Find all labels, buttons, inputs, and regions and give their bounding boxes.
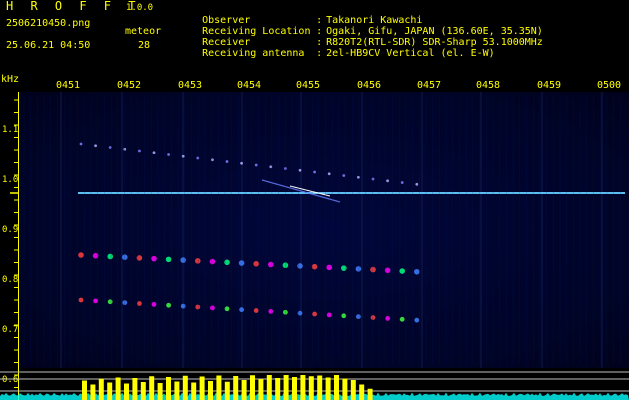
echo-dot — [195, 304, 201, 310]
echo-dot — [268, 308, 274, 314]
echo-dot — [225, 160, 229, 163]
echo-dot — [414, 268, 420, 275]
echo-dot — [297, 310, 303, 316]
echo-dot — [371, 177, 375, 181]
meteor-count-bar — [224, 381, 230, 400]
echo-dot — [167, 153, 171, 156]
spectrogram-overlay — [0, 92, 629, 400]
meteor-count-bar — [115, 377, 121, 400]
echo-dot — [79, 142, 83, 146]
meteor-count-bar — [132, 378, 138, 400]
meteor-count-bar — [149, 376, 155, 400]
echo-dot — [313, 170, 316, 174]
meteor-count-bar — [250, 375, 255, 400]
echo-dot — [399, 316, 405, 322]
meteor-count-bar — [275, 378, 281, 400]
meteor-count-bar — [157, 383, 163, 400]
echo-dot — [253, 260, 259, 267]
echo-dot — [93, 298, 98, 304]
meteor-count-bar — [292, 377, 297, 400]
echo-dot — [195, 258, 201, 264]
echo-dot — [240, 161, 244, 165]
meteor-count-bar — [182, 375, 188, 400]
echo-dot — [136, 255, 143, 261]
echo-dot — [370, 266, 376, 273]
echo-dot — [297, 263, 303, 269]
echo-dot — [210, 305, 215, 311]
echo-dot — [311, 263, 318, 270]
echo-dot — [138, 149, 141, 153]
echo-dot — [166, 302, 172, 308]
echo-dot — [224, 306, 230, 312]
meteor-count-bar — [342, 378, 348, 400]
echo-dot — [312, 311, 317, 317]
echo-dot — [238, 260, 245, 266]
meteor-count-bar — [367, 388, 373, 400]
echo-dot — [107, 253, 113, 260]
echo-dot — [355, 266, 362, 272]
echo-dot — [399, 268, 406, 274]
echo-dot — [181, 154, 185, 158]
echo-dot — [326, 264, 333, 271]
echo-dot — [357, 175, 360, 179]
echo-dot — [107, 299, 113, 305]
hroft-spectrogram-window: H R O F F T 1.0.0 2506210450.png meteor … — [0, 0, 629, 400]
echo-dot — [327, 172, 331, 176]
meteor-count-bar — [266, 375, 272, 400]
meteor-count-bar — [308, 376, 314, 400]
meteor-count-bar — [233, 376, 239, 400]
echo-dot — [123, 147, 127, 151]
meteor-count-bar — [325, 377, 331, 400]
meteor-count-bar — [174, 381, 180, 400]
echo-dot — [356, 314, 361, 320]
meteor-count-bar — [98, 378, 104, 400]
meteor-count-bar — [350, 380, 356, 400]
echo-dot — [94, 144, 97, 148]
meteor-count-bar — [124, 383, 129, 400]
echo-dot — [209, 258, 216, 265]
meteor-count-bar — [140, 382, 146, 400]
echo-dot — [151, 301, 157, 307]
meteor-count-bar — [334, 375, 339, 400]
meteor-count-bar — [82, 380, 87, 400]
meteor-count-bar — [258, 379, 264, 400]
echo-dot — [122, 254, 128, 260]
echo-dot — [196, 156, 200, 160]
echo-dot — [152, 151, 156, 155]
echo-dot — [165, 256, 172, 263]
meteor-count-bar — [90, 384, 96, 400]
meteor-count-bar — [199, 376, 205, 400]
echo-dot — [253, 308, 259, 313]
meteor-streak-core — [289, 185, 331, 197]
echo-dot — [298, 168, 302, 172]
echo-dot — [370, 315, 376, 320]
meteor-count-bar — [300, 375, 306, 400]
echo-dot — [342, 174, 346, 177]
echo-dot — [151, 255, 157, 262]
echo-dot — [414, 317, 420, 323]
echo-dot — [78, 252, 84, 258]
meteor-count-bar — [317, 375, 323, 400]
meteor-count-bar — [166, 377, 171, 400]
meteor-count-bar — [208, 381, 213, 400]
meteor-count-bar — [241, 380, 247, 400]
meteor-count-bar — [216, 375, 222, 400]
meteor-count-bar — [191, 382, 197, 400]
echo-dot — [268, 261, 274, 268]
echo-dot — [78, 297, 84, 303]
echo-dot — [254, 163, 258, 167]
meteor-count-bar — [107, 382, 113, 400]
echo-dot — [326, 312, 332, 318]
echo-dot — [400, 181, 404, 184]
meteor-count-bar — [283, 375, 289, 400]
echo-dot — [386, 179, 389, 183]
echo-dot — [122, 300, 128, 306]
echo-dot — [239, 307, 245, 313]
echo-dot — [180, 257, 186, 263]
echo-dot — [415, 182, 419, 186]
meteor-count-bar — [359, 384, 365, 400]
